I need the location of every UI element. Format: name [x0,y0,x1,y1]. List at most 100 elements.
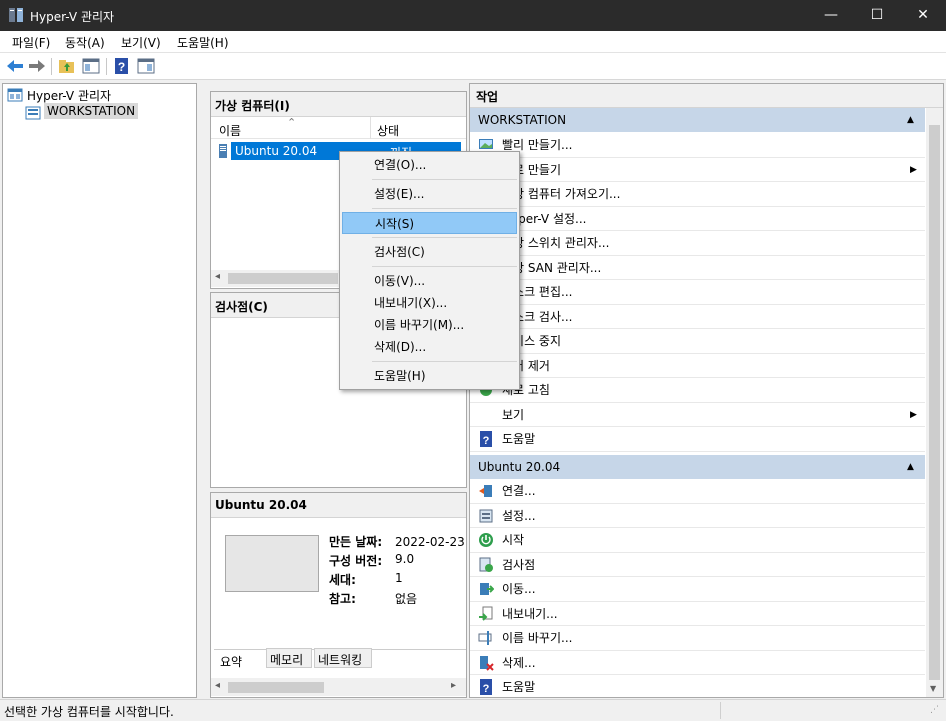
tab-summary[interactable]: 요약 [214,650,264,671]
scroll-left-arrow-icon[interactable]: ◂ [215,271,220,282]
actions-section-workstation[interactable]: WORKSTATION ▲ [470,108,925,132]
action-export[interactable]: 내보내기... [470,602,925,626]
ctx-rename[interactable]: 이름 바꾸기(M)... [342,314,517,336]
scroll-thumb[interactable] [228,682,324,693]
details-header: Ubuntu 20.04 [211,493,466,518]
action-edit-disk[interactable]: 디스크 편집... [470,280,925,305]
help-icon: ? [480,431,492,447]
ctx-help[interactable]: 도움말(H) [342,365,517,387]
settings-icon [479,509,493,522]
power-start-icon [479,533,493,547]
forward-arrow-icon[interactable] [27,57,47,75]
menu-file[interactable]: 파일(F) [12,34,50,51]
tree-host-workstation[interactable]: WORKSTATION [44,103,139,119]
context-menu: 연결(O)... 설정(E)... 시작(S) 검사점(C) 이동(V)... … [339,151,520,390]
resize-grip-icon[interactable]: ⋰ [930,705,939,715]
details-panel: Ubuntu 20.04 만든 날짜: 2022-02-23 오 구성 버전: … [210,492,467,698]
action-label: 연결... [502,484,536,498]
action-new[interactable]: 새로 만들기 ▶ [470,158,925,182]
action-start[interactable]: 시작 [470,528,925,553]
tab-memory[interactable]: 메모리 [266,648,312,668]
action-import-vm[interactable]: 가상 컴퓨터 가져오기... [470,182,925,207]
action-view[interactable]: 보기 ▶ [470,403,925,427]
action-settings[interactable]: 설정... [470,504,925,528]
hyperv-manager-icon [7,88,23,102]
sort-up-arrow-icon: ⌃ [287,116,297,129]
help-icon[interactable]: ? [112,57,132,75]
section-title: WORKSTATION [478,113,567,127]
action-virtual-san-manager[interactable]: 가상 SAN 관리자... [470,256,925,280]
scroll-left-arrow-icon[interactable]: ◂ [215,680,220,691]
ctx-connect[interactable]: 연결(O)... [342,154,517,176]
status-bar: 선택한 가상 컴퓨터를 시작합니다. ⋰ [0,699,946,721]
up-folder-icon[interactable] [57,57,77,75]
move-icon [480,583,494,595]
action-checkpoint[interactable]: 검사점 [470,553,925,577]
scroll-thumb[interactable] [228,273,338,284]
ctx-move[interactable]: 이동(V)... [342,270,517,292]
action-delete[interactable]: 삭제... [470,651,925,675]
ctx-export[interactable]: 내보내기(X)... [342,292,517,314]
svg-text:?: ? [483,435,490,447]
menu-view[interactable]: 보기(V) [121,34,161,51]
close-button[interactable]: ✕ [900,0,946,31]
detail-label-config-version: 구성 버전: [329,554,383,568]
scroll-right-arrow-icon[interactable]: ▸ [451,680,456,691]
ctx-delete[interactable]: 삭제(D)... [342,336,517,358]
details-horizontal-scrollbar[interactable]: ◂ ▸ [211,678,466,696]
ctx-checkpoint[interactable]: 검사점(C) [342,241,517,263]
detail-label-notes: 참고: [329,592,356,606]
minimize-button[interactable]: — [808,0,854,31]
tree-root-label[interactable]: Hyper-V 관리자 [27,87,111,104]
detail-value-notes: 없음 [395,592,418,606]
action-hyperv-settings[interactable]: Hyper-V 설정... [470,207,925,231]
action-inspect-disk[interactable]: 디스크 검사... [470,305,925,329]
back-arrow-icon[interactable] [5,57,25,75]
collapse-arrow-icon[interactable]: ▲ [907,108,914,132]
ctx-start[interactable]: 시작(S) [342,212,517,234]
vm-thumbnail [225,535,319,592]
menu-separator [372,266,517,267]
detail-value-config-version: 9.0 [395,552,415,566]
action-label: 시작 [502,533,525,547]
action-quick-create[interactable]: 빨리 만들기... [470,133,925,158]
show-hide-tree-icon[interactable] [81,57,101,75]
action-vm-help[interactable]: ? 도움말 [470,675,925,700]
action-connect[interactable]: 연결... [470,479,925,504]
action-virtual-switch-manager[interactable]: 가상 스위치 관리자... [470,231,925,256]
action-rename[interactable]: 이름 바꾸기... [470,626,925,651]
title-bar: Hyper-V 관리자 — ☐ ✕ [0,0,946,31]
detail-value-created: 2022-02-23 오 [395,535,465,549]
collapse-arrow-icon[interactable]: ▲ [907,455,914,479]
scroll-thumb[interactable] [929,125,940,680]
tab-networking[interactable]: 네트워킹 [314,648,372,668]
action-refresh[interactable]: 새로 고침 [470,378,925,403]
actions-section-vm[interactable]: Ubuntu 20.04 ▲ [470,455,925,479]
column-name[interactable]: 이름 [219,122,241,139]
action-move[interactable]: 이동... [470,577,925,602]
ctx-settings[interactable]: 설정(E)... [342,183,517,205]
details-tabs: 요약 메모리 네트워킹 [214,648,466,671]
detail-label-generation: 세대: [329,573,356,587]
actions-vertical-scrollbar[interactable]: ▼ [926,108,943,697]
maximize-button[interactable]: ☐ [854,0,900,31]
window-title: Hyper-V 관리자 [30,10,115,24]
show-action-pane-icon[interactable] [136,57,156,75]
detail-label-created: 만든 날짜: [329,535,383,549]
svg-text:?: ? [483,683,490,695]
help-icon: ? [480,679,492,695]
action-stop-service[interactable]: 서비스 중지 [470,329,925,354]
action-help[interactable]: ? 도움말 [470,427,925,452]
menu-action[interactable]: 동작(A) [65,34,105,51]
detail-value-generation: 1 [395,571,403,585]
export-icon [479,606,493,621]
menu-help[interactable]: 도움말(H) [177,34,229,51]
action-remove-server[interactable]: 서버 제거 [470,354,925,378]
vm-actions-list: 연결... 설정... 시작 검사점 이동... 내보내기... 이름 바꾸기.… [470,479,925,700]
vm-list-columns: 이름 ⌃ 상태 [211,116,466,139]
actions-pane: 작업 WORKSTATION ▲ 빨리 만들기... 새로 만들기 ▶ 가상 컴… [469,83,944,700]
scroll-down-arrow-icon[interactable]: ▼ [930,684,936,693]
column-state[interactable]: 상태 [377,122,399,139]
action-label: 이동... [502,582,536,596]
section-title: Ubuntu 20.04 [478,460,561,474]
